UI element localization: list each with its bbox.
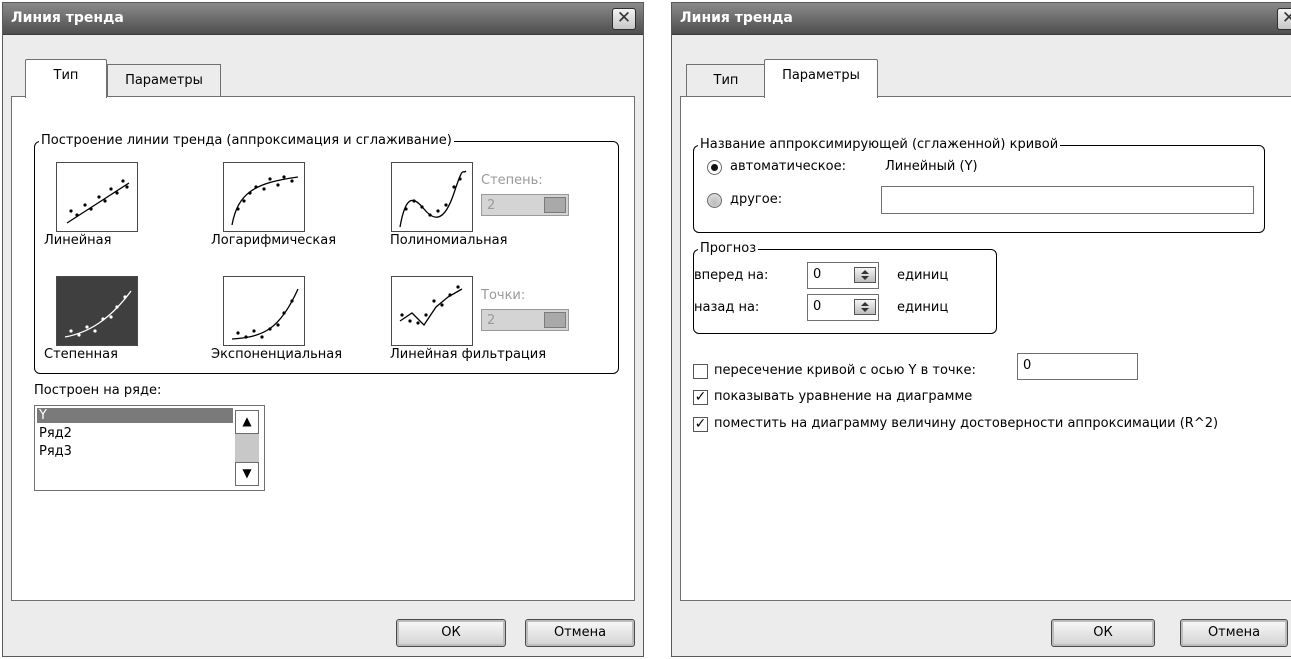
trend-logarithmic[interactable] — [223, 162, 305, 232]
intercept-checkbox[interactable] — [693, 364, 708, 379]
dialog-title: Линия тренда — [680, 10, 793, 26]
show-r2-checkbox[interactable]: ✓ — [693, 417, 708, 432]
trend-linear-label: Линейная — [44, 233, 112, 248]
forward-spinner-icon[interactable] — [854, 267, 876, 283]
list-item[interactable]: Ряд2 — [37, 426, 233, 441]
trend-exponential-label: Экспоненциальная — [211, 347, 343, 362]
forward-label: вперед на: — [694, 268, 769, 283]
tab-panel-parameters: Название аппроксимирующей (сглаженной) к… — [680, 96, 1291, 601]
backward-label: назад на: — [694, 300, 760, 315]
trend-linear[interactable] — [56, 162, 138, 232]
forecast-group: Прогноз вперед на: 0 единиц назад на: 0 … — [693, 241, 997, 334]
intercept-input[interactable]: 0 — [1017, 353, 1138, 380]
close-button[interactable]: ✕ — [1277, 8, 1291, 30]
tab-parameters[interactable]: Параметры — [764, 59, 878, 98]
auto-name-label: автоматическое: — [730, 159, 846, 174]
list-item[interactable]: Ряд3 — [37, 444, 233, 459]
intercept-label: пересечение кривой с осью Y в точке: — [714, 363, 976, 378]
trend-moving-average-label: Линейная фильтрация — [390, 347, 547, 362]
scrollbar-track[interactable] — [235, 434, 259, 462]
close-button[interactable]: ✕ — [612, 8, 636, 30]
ok-button[interactable]: ОК — [1051, 619, 1155, 647]
group-title: Прогноз — [698, 241, 759, 257]
ok-button[interactable]: ОК — [396, 619, 506, 647]
trend-polynomial[interactable] — [391, 162, 473, 232]
custom-name-radio[interactable] — [707, 193, 722, 208]
series-label: Построен на ряде: — [34, 383, 162, 398]
trend-exponential[interactable] — [223, 276, 305, 346]
cancel-button[interactable]: Отмена — [525, 619, 635, 647]
dialog-title: Линия тренда — [11, 10, 124, 26]
trend-power-label: Степенная — [44, 347, 118, 362]
trend-polynomial-label: Полиномиальная — [390, 233, 508, 248]
auto-name-value: Линейный (Y) — [885, 159, 978, 174]
trend-power[interactable] — [56, 276, 138, 346]
close-icon: ✕ — [616, 8, 632, 28]
forward-units: единиц — [897, 268, 949, 283]
degree-spinner: 2 — [481, 194, 569, 216]
polynomial-trend-icon — [391, 162, 473, 232]
spinner-arrows-icon — [544, 197, 566, 213]
scroll-down-button[interactable]: ▼ — [235, 462, 259, 486]
chevron-down-icon: ▼ — [242, 466, 252, 480]
tab-type[interactable]: Тип — [25, 59, 107, 98]
list-item[interactable]: Y — [37, 408, 233, 423]
custom-name-label: другое: — [730, 192, 783, 207]
spinner-arrows-icon — [544, 312, 566, 328]
logarithmic-trend-icon — [223, 162, 305, 232]
auto-name-radio[interactable] — [707, 160, 722, 175]
trend-type-group: Построение линии тренда (аппроксимация и… — [34, 133, 619, 374]
group-title: Построение линии тренда (аппроксимация и… — [39, 133, 454, 149]
exponential-trend-icon — [223, 276, 305, 346]
linear-trend-icon — [56, 162, 138, 232]
backward-spinner-icon[interactable] — [854, 299, 876, 315]
tab-type[interactable]: Тип — [686, 64, 766, 96]
title-bar[interactable]: Линия тренда ✕ — [3, 3, 643, 35]
show-r2-label: поместить на диаграмму величину достовер… — [714, 416, 1219, 431]
backward-units: единиц — [897, 300, 949, 315]
moving-average-trend-icon — [391, 276, 473, 346]
points-value: 2 — [487, 313, 496, 328]
show-equation-checkbox[interactable]: ✓ — [693, 390, 708, 405]
checkmark-icon: ✓ — [694, 389, 707, 405]
degree-label: Степень: — [481, 173, 543, 188]
show-equation-label: показывать уравнение на диаграмме — [714, 389, 973, 404]
power-trend-icon — [56, 276, 138, 346]
curve-name-group: Название аппроксимирующей (сглаженной) к… — [693, 137, 1265, 233]
title-bar[interactable]: Линия тренда ✕ — [672, 3, 1291, 35]
series-listbox[interactable]: Y Ряд2 Ряд3 ▲ ▼ — [34, 405, 265, 491]
chevron-up-icon: ▲ — [242, 414, 252, 428]
points-spinner: 2 — [481, 309, 569, 331]
group-title: Название аппроксимирующей (сглаженной) к… — [698, 137, 1061, 153]
trendline-dialog-type: Линия тренда ✕ Тип Параметры Построение … — [2, 2, 644, 657]
degree-value: 2 — [487, 198, 496, 213]
points-label: Точки: — [481, 288, 526, 303]
checkmark-icon: ✓ — [694, 416, 707, 432]
trendline-dialog-parameters: Линия тренда ✕ Тип Параметры Название ап… — [671, 2, 1291, 657]
tab-panel-type: Построение линии тренда (аппроксимация и… — [11, 96, 635, 601]
trend-logarithmic-label: Логарифмическая — [211, 233, 337, 248]
trend-moving-average[interactable] — [391, 276, 473, 346]
close-icon: ✕ — [1281, 8, 1291, 28]
scroll-up-button[interactable]: ▲ — [235, 410, 259, 434]
custom-name-field[interactable] — [881, 186, 1254, 214]
tab-parameters[interactable]: Параметры — [107, 64, 221, 96]
cancel-button[interactable]: Отмена — [1180, 619, 1288, 647]
